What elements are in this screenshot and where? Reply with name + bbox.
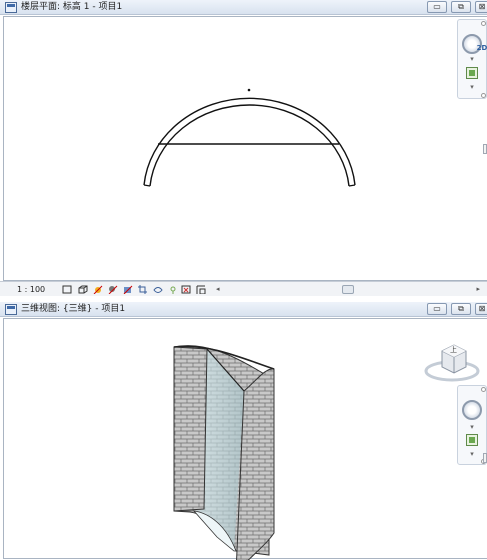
lock-3d-view-icon[interactable] <box>168 285 178 294</box>
chevron-down-icon[interactable]: ▾ <box>458 56 486 63</box>
reveal-hidden-icon[interactable] <box>196 285 206 294</box>
horizontal-scrollbar[interactable]: ◂ ▸ <box>214 284 482 295</box>
shadows-icon[interactable] <box>108 285 118 294</box>
sun-path-icon[interactable] <box>93 285 103 294</box>
viewcube[interactable]: 上 <box>422 341 482 383</box>
pin-icon[interactable] <box>481 387 486 392</box>
revit-view-icon <box>5 2 17 13</box>
zoom-region-icon[interactable] <box>466 434 478 446</box>
collapse-icon[interactable] <box>481 93 486 98</box>
full-navigation-wheel-icon[interactable] <box>462 400 482 420</box>
3d-view-title: 三维视图: {三维} - 项目1 <box>21 304 126 314</box>
view-scale[interactable]: 1 : 100 <box>17 283 45 296</box>
view-control-bar: 1 : 100 ◂ ▸ <box>0 281 487 296</box>
curved-wall-outer-line <box>143 97 356 186</box>
curved-wall-left-face <box>173 346 208 512</box>
3d-model-drawing <box>173 345 275 560</box>
crop-region-visibility-icon[interactable] <box>153 285 163 294</box>
wall-end-cap-left <box>143 184 151 187</box>
plan-canvas[interactable]: 2D ▾ ▾ <box>3 16 487 281</box>
zoom-region-icon[interactable] <box>466 67 478 79</box>
restore-button[interactable]: ⧉ <box>451 1 471 13</box>
minimize-button[interactable]: ▭ <box>427 1 447 13</box>
render-icon[interactable] <box>123 285 133 294</box>
split-handle[interactable] <box>483 453 487 463</box>
close-button[interactable]: ⊠ <box>475 303 487 315</box>
chevron-down-icon[interactable]: ▾ <box>458 424 486 431</box>
scroll-thumb[interactable] <box>342 285 354 294</box>
3d-view-titlebar[interactable]: 三维视图: {三维} - 项目1 ▭ ⧉ ⊠ <box>0 302 487 317</box>
pin-icon[interactable] <box>481 21 486 26</box>
scroll-left-icon[interactable]: ◂ <box>216 284 220 295</box>
detail-level-icon[interactable] <box>62 285 72 294</box>
curved-wall-inner-line <box>149 104 350 187</box>
plan-view-title: 楼层平面: 标高 1 - 项目1 <box>21 2 123 12</box>
3d-view-window: 三维视图: {三维} - 项目1 ▭ ⧉ ⊠ 上 ▾ ▾ <box>0 302 487 560</box>
navigation-bar: 2D ▾ ▾ <box>457 19 487 99</box>
close-button[interactable]: ⊠ <box>475 1 487 13</box>
plan-view-titlebar[interactable]: 楼层平面: 标高 1 - 项目1 ▭ ⧉ ⊠ <box>0 0 487 15</box>
plan-view-window: 楼层平面: 标高 1 - 项目1 ▭ ⧉ ⊠ 2D ▾ ▾ 1 : 100 ◂ … <box>0 0 487 296</box>
chevron-down-icon[interactable]: ▾ <box>458 84 486 91</box>
split-handle[interactable] <box>483 144 487 154</box>
revit-view-icon <box>5 304 17 315</box>
crop-view-icon[interactable] <box>138 285 148 294</box>
visual-style-icon[interactable] <box>78 285 88 294</box>
wall-end-cap-right <box>348 184 356 187</box>
viewcube-face-label: 上 <box>450 346 457 354</box>
3d-canvas[interactable]: 上 ▾ ▾ <box>3 318 487 560</box>
plan-drawing <box>143 88 356 187</box>
minimize-button[interactable]: ▭ <box>427 303 447 315</box>
scroll-right-icon[interactable]: ▸ <box>476 284 480 295</box>
nav-2d-label: 2D <box>476 44 487 52</box>
arc-midpoint-marker <box>247 88 251 92</box>
restore-button[interactable]: ⧉ <box>451 303 471 315</box>
temporary-hide-icon[interactable] <box>181 285 191 294</box>
chevron-down-icon[interactable]: ▾ <box>458 451 486 458</box>
